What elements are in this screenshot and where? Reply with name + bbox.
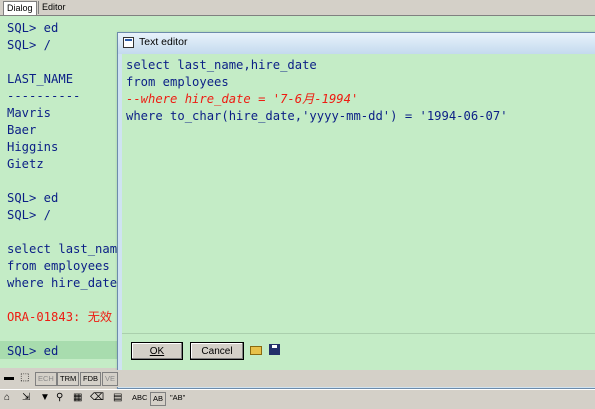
toolbar-fdb[interactable]: FDB <box>80 372 101 386</box>
console-line: ORA-01843: 无效 <box>7 310 113 324</box>
cancel-button[interactable]: Cancel <box>190 342 244 360</box>
console-line: Higgins <box>7 140 59 154</box>
tab-dialog[interactable]: Dialog <box>3 1 37 15</box>
console-line: from employees <box>7 259 110 273</box>
cancel-label: Cancel <box>201 346 233 357</box>
console-line: Gietz <box>7 157 44 171</box>
console-line: SQL> ed <box>7 21 59 35</box>
editor-line: --where hire_date = '7-6月-1994' <box>126 92 359 106</box>
cursor-icon[interactable]: ⇲ <box>22 392 30 404</box>
console-line: Mavris <box>7 106 52 120</box>
console-line: SQL> / <box>7 208 52 222</box>
ok-label: OK <box>149 346 165 357</box>
console-line: Baer <box>7 123 37 137</box>
tab-editor[interactable]: Editor <box>38 1 69 14</box>
console-line: ---------- <box>7 89 81 103</box>
console-line: select last_nam <box>7 242 118 256</box>
editor-line: where to_char(hire_date,'yyyy-mm-dd') = … <box>126 109 508 123</box>
toolbar-ech[interactable]: ECH <box>35 372 57 386</box>
grid-icon[interactable]: ▦ <box>73 392 82 404</box>
console-line: SQL> ed <box>7 344 59 358</box>
window-title: Text editor <box>139 36 188 48</box>
toolbar-ve[interactable]: VE <box>102 372 119 386</box>
editor-line: select last_name,hire_date <box>126 58 317 72</box>
console-line: where hire_date <box>7 276 118 290</box>
shortcut-icon[interactable]: ⬚ <box>20 372 29 384</box>
open-folder-icon[interactable] <box>250 343 263 356</box>
console-line: LAST_NAME <box>7 72 74 86</box>
brush-icon[interactable]: ⌂ <box>4 392 10 404</box>
text-editor-window[interactable]: Text editor select last_name,hire_datefr… <box>117 32 595 389</box>
status-toolbar: ▬ ⬚ ECH TRM FDB VE <box>0 370 595 387</box>
tools-toolbar: ⌂ ⇲ ▼ ⚲ ▦ ⌫ ▤ ABC AB "AB" <box>0 389 595 408</box>
console-line: SQL> ed <box>7 191 59 205</box>
tab-strip: Dialog Editor <box>0 0 595 15</box>
pin-icon[interactable]: ⚲ <box>56 392 63 404</box>
toolbar-ab[interactable]: AB <box>150 392 167 406</box>
window-icon <box>123 37 134 48</box>
eraser-icon[interactable]: ⌫ <box>90 392 104 404</box>
editor-button-bar: OK Cancel <box>122 333 595 364</box>
minus-icon[interactable]: ▬ <box>4 372 14 384</box>
floppy-disk-icon[interactable] <box>269 343 282 356</box>
toolbar-abc[interactable]: ABC <box>132 392 147 404</box>
ok-button[interactable]: OK <box>131 342 183 360</box>
title-bar[interactable]: Text editor <box>118 33 595 54</box>
editor-line: from employees <box>126 75 229 89</box>
console-line: SQL> / <box>7 38 52 52</box>
toolbar-quoted-ab[interactable]: "AB" <box>170 392 185 404</box>
filter-icon[interactable]: ▼ <box>40 392 50 404</box>
document-icon[interactable]: ▤ <box>113 392 122 404</box>
toolbar-trm[interactable]: TRM <box>57 372 80 386</box>
